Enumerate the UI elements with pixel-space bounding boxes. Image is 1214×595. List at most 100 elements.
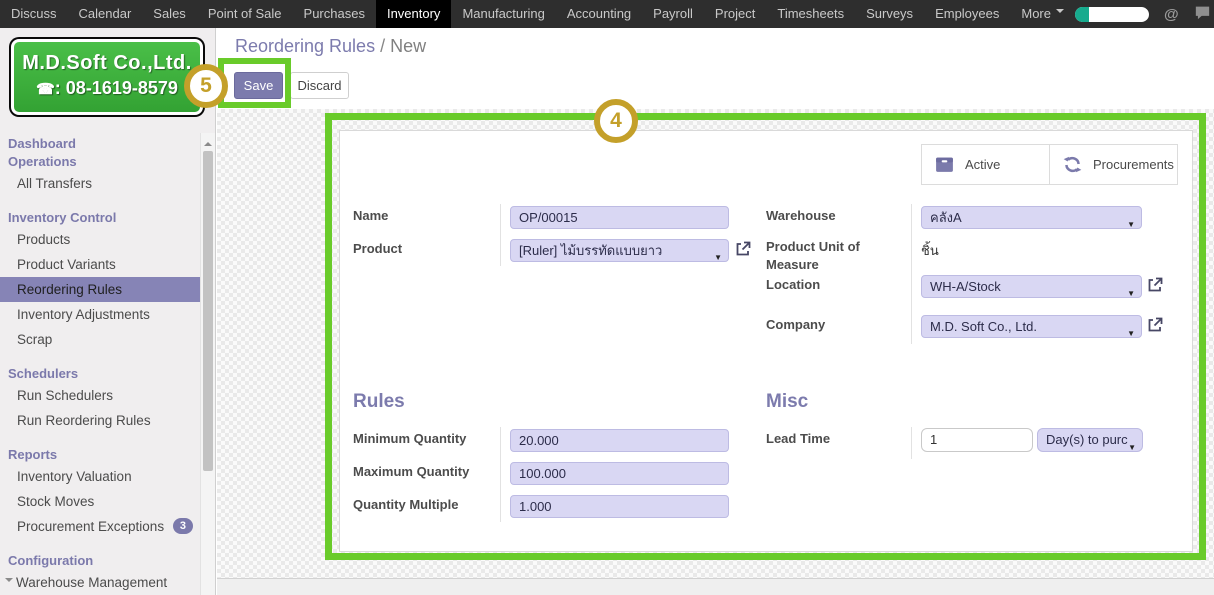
refresh-icon [1062,154,1083,175]
sidebar-item-reordering-rules[interactable]: Reordering Rules [0,277,201,302]
chevron-down-icon: ▼ [1128,437,1136,452]
qty-multiple-input[interactable]: 1.000 [510,495,729,518]
timer-segment [1075,7,1089,22]
company-external-link-icon[interactable] [1146,316,1164,334]
product-label: Product [353,241,402,256]
sidebar-item-stock-moves[interactable]: Stock Moves [0,489,201,514]
name-input[interactable]: OP/00015 [510,206,729,229]
company-name: M.D.Soft Co.,Ltd. [14,52,200,75]
warehouse-select[interactable]: คลังA ▼ [921,206,1142,229]
sidebar-item-scrap[interactable]: Scrap [0,327,201,352]
sidebar-item-procurement-exceptions[interactable]: Procurement Exceptions3 [0,514,201,539]
separator [911,204,912,344]
sidebar-heading-reports: Reports [0,446,201,464]
chevron-down-icon: ▼ [1127,323,1135,338]
separator [911,427,912,459]
sidebar-scrollbar[interactable] [200,133,215,595]
mentions-icon[interactable]: @ [1164,6,1179,23]
active-toggle-button[interactable]: Active [922,145,1049,184]
warehouse-label: Warehouse [766,208,836,223]
top-nav-right: @ [1075,0,1214,28]
procurements-button[interactable]: Procurements [1049,145,1177,184]
uom-value: ชิ้น [921,240,939,261]
save-button[interactable]: Save [234,72,283,99]
location-select[interactable]: WH-A/Stock ▼ [921,275,1142,298]
caret-down-icon [5,578,13,586]
sidebar-heading-configuration: Configuration [0,552,201,570]
nav-item-timesheets[interactable]: Timesheets [766,0,855,28]
footer-strip [217,578,1214,595]
count-badge: 3 [173,518,193,534]
sidebar-item-run-schedulers[interactable]: Run Schedulers [0,383,201,408]
archive-icon [934,154,955,175]
company-logo: M.D.Soft Co.,Ltd. ☎: 08-1619-8579 [9,37,205,117]
breadcrumb-parent[interactable]: Reordering Rules [235,36,375,56]
qty-multiple-label: Quantity Multiple [353,497,458,512]
nav-item-employees[interactable]: Employees [924,0,1010,28]
sidebar-item-inventory-valuation[interactable]: Inventory Valuation [0,464,201,489]
separator [500,204,501,266]
sidebar-menu: DashboardOperationsAll Transfers Inventor… [0,135,201,595]
rules-section-title: Rules [353,391,405,413]
top-nav: DiscussCalendarSalesPoint of SalePurchas… [0,0,1214,28]
uom-label: Product Unit of Measure [766,238,886,274]
nav-item-calendar[interactable]: Calendar [68,0,143,28]
min-qty-input[interactable]: 20.000 [510,429,729,452]
reordering-rule-form: Active Procurements Name OP/00015 Produc… [339,130,1193,552]
scroll-up-icon[interactable] [204,138,212,146]
stat-button-group: Active Procurements [921,144,1178,185]
company-label: Company [766,317,825,332]
max-qty-label: Maximum Quantity [353,464,469,479]
lead-time-label: Lead Time [766,431,830,446]
nav-item-project[interactable]: Project [704,0,766,28]
product-select[interactable]: [Ruler] ไม้บรรทัดแบบยาว ▼ [510,239,729,262]
chevron-down-icon [1056,9,1064,17]
top-nav-items: DiscussCalendarSalesPoint of SalePurchas… [0,0,1075,28]
sidebar-item-run-reordering-rules[interactable]: Run Reordering Rules [0,408,201,433]
sidebar-item-warehouse-management[interactable]: Warehouse Management [0,570,201,595]
app-window: DiscussCalendarSalesPoint of SalePurchas… [0,0,1214,595]
sidebar-item-product-variants[interactable]: Product Variants [0,252,201,277]
location-label: Location [766,277,820,292]
nav-item-inventory[interactable]: Inventory [376,0,451,28]
lead-time-unit-select[interactable]: Day(s) to purc ▼ [1037,428,1143,452]
max-qty-input[interactable]: 100.000 [510,462,729,485]
sidebar-item-inventory-adjustments[interactable]: Inventory Adjustments [0,302,201,327]
nav-item-payroll[interactable]: Payroll [642,0,704,28]
company-select[interactable]: M.D. Soft Co., Ltd. ▼ [921,315,1142,338]
min-qty-label: Minimum Quantity [353,431,466,446]
product-external-link-icon[interactable] [734,240,752,258]
nav-item-discuss[interactable]: Discuss [0,0,68,28]
phone-icon: ☎ [36,81,55,98]
nav-item-accounting[interactable]: Accounting [556,0,642,28]
name-label: Name [353,208,388,223]
sidebar-item-all-transfers[interactable]: All Transfers [0,171,201,196]
nav-item-manufacturing[interactable]: Manufacturing [451,0,555,28]
chevron-down-icon: ▼ [1127,283,1135,298]
lead-time-input[interactable]: 1 [921,428,1033,452]
nav-item-purchases[interactable]: Purchases [293,0,376,28]
nav-search-pill[interactable] [1075,7,1149,22]
nav-item-surveys[interactable]: Surveys [855,0,924,28]
sidebar-item-products[interactable]: Products [0,227,201,252]
sidebar-heading-operations: Operations [0,153,201,171]
discard-button[interactable]: Discard [290,72,349,99]
control-panel: Reordering Rules / New Save Discard [217,28,1214,109]
breadcrumb: Reordering Rules / New [235,36,426,57]
nav-item-point-of-sale[interactable]: Point of Sale [197,0,293,28]
nav-item-sales[interactable]: Sales [142,0,197,28]
misc-section-title: Misc [766,391,808,413]
sidebar: M.D.Soft Co.,Ltd. ☎: 08-1619-8579 Dashbo… [0,28,216,595]
chevron-down-icon: ▼ [714,247,722,262]
chevron-down-icon: ▼ [1127,214,1135,229]
sidebar-heading-schedulers: Schedulers [0,365,201,383]
location-external-link-icon[interactable] [1146,276,1164,294]
scrollbar-thumb[interactable] [203,151,213,471]
breadcrumb-current: New [390,36,426,56]
sidebar-heading-dashboard: Dashboard [0,135,201,153]
separator [500,427,501,522]
chat-icon[interactable] [1194,5,1211,23]
company-phone: ☎: 08-1619-8579 [14,78,200,99]
sidebar-heading-inventory-control: Inventory Control [0,209,201,227]
nav-item-more[interactable]: More [1010,0,1075,28]
